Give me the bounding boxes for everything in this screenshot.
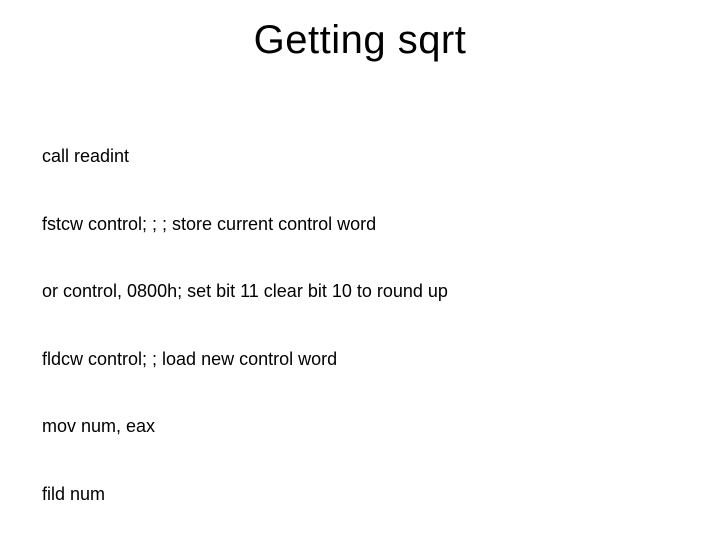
code-line: or control, 0800h; set bit 11 clear bit … bbox=[42, 280, 678, 303]
slide: Getting sqrt call readint fstcw control;… bbox=[0, 0, 720, 540]
code-line: fild num bbox=[42, 483, 678, 506]
code-line: call readint bbox=[42, 145, 678, 168]
code-block: call readint fstcw control; ; ; store cu… bbox=[42, 100, 678, 540]
code-line: mov num, eax bbox=[42, 415, 678, 438]
code-line: fstcw control; ; ; store current control… bbox=[42, 213, 678, 236]
slide-title: Getting sqrt bbox=[0, 0, 720, 63]
code-line: fldcw control; ; load new control word bbox=[42, 348, 678, 371]
